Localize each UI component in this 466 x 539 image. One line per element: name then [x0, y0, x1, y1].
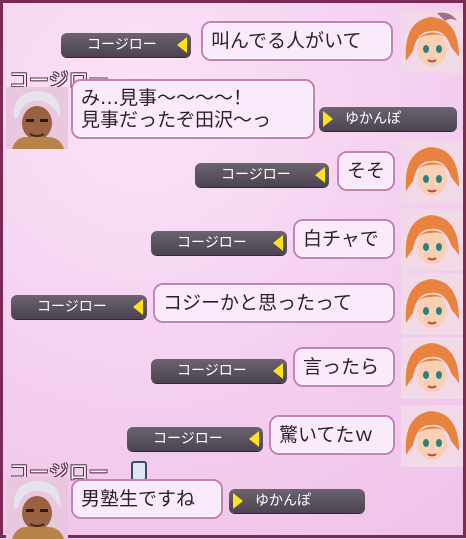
yellow-triangle-icon: [249, 431, 259, 447]
orange-haired-girl-avatar-icon: [401, 141, 463, 203]
name-tag: ゆかんぽ: [229, 489, 365, 513]
name-tag: コージロー: [151, 231, 287, 255]
chat-bubble: 白チャで: [293, 219, 395, 259]
name-tag-label: コージロー: [153, 431, 223, 447]
chat-bubble: 男塾生ですね: [71, 479, 223, 519]
yellow-triangle-icon: [315, 167, 325, 183]
name-tag-label: コージロー: [221, 167, 291, 183]
chat-text: コジーかと思ったって: [163, 292, 353, 314]
yellow-triangle-icon: [233, 493, 243, 509]
orange-haired-girl-avatar-icon: [401, 273, 463, 335]
name-tag: コージロー: [61, 33, 191, 57]
name-tag: コージロー: [127, 427, 263, 451]
chat-bubble: 言ったら: [293, 347, 395, 387]
yellow-triangle-icon: [323, 111, 333, 127]
chat-bubble: み…見事〜〜〜〜！ 見事だったぞ田沢〜っ: [71, 79, 315, 139]
yellow-triangle-icon: [273, 235, 283, 251]
chat-text-line: み…見事〜〜〜〜！: [81, 87, 253, 109]
name-tag-label: ゆかんぽ: [345, 111, 401, 127]
orange-haired-girl-avatar-icon: [401, 11, 463, 73]
chat-text: 男塾生ですね: [81, 488, 196, 510]
name-tag-label: コージロー: [177, 235, 247, 251]
chat-bubble: そそ: [337, 151, 395, 191]
yellow-triangle-icon: [273, 363, 283, 379]
white-haired-man-avatar-icon: [6, 87, 68, 149]
yellow-triangle-icon: [133, 299, 143, 315]
white-haired-man-avatar-icon: [6, 477, 68, 539]
chat-text: そそ: [347, 160, 386, 182]
chat-bubble: 驚いてたｗ: [269, 415, 395, 455]
orange-haired-girl-avatar-icon: [401, 337, 463, 399]
chat-text: 白チャで: [303, 228, 379, 250]
chat-bubble: 叫んでる人がいて: [201, 21, 393, 61]
smartphone-icon: [131, 461, 147, 481]
chat-text-line: 見事だったぞ田沢〜っ: [81, 109, 272, 131]
name-tag: ゆかんぽ: [319, 107, 457, 131]
orange-haired-girl-avatar-icon: [401, 209, 463, 271]
name-tag-label: コージロー: [87, 37, 157, 53]
chat-text: 驚いてたｗ: [279, 424, 374, 446]
orange-haired-girl-avatar-icon: [401, 405, 463, 467]
name-tag: コージロー: [195, 163, 329, 187]
name-tag: コージロー: [151, 359, 287, 383]
name-tag-label: ゆかんぽ: [255, 493, 311, 509]
chat-text: 叫んでる人がいて: [211, 30, 362, 52]
name-tag-label: コージロー: [177, 363, 247, 379]
chat-text: 言ったら: [303, 356, 380, 378]
name-tag-label: コージロー: [37, 299, 107, 315]
yellow-triangle-icon: [177, 37, 187, 53]
chat-bubble: コジーかと思ったって: [153, 283, 395, 323]
name-tag: コージロー: [11, 295, 147, 319]
chat-log-window: コージロー 叫んでる人がいて コージロー み…見事〜〜〜〜！ 見事だったぞ田沢〜…: [0, 0, 466, 539]
